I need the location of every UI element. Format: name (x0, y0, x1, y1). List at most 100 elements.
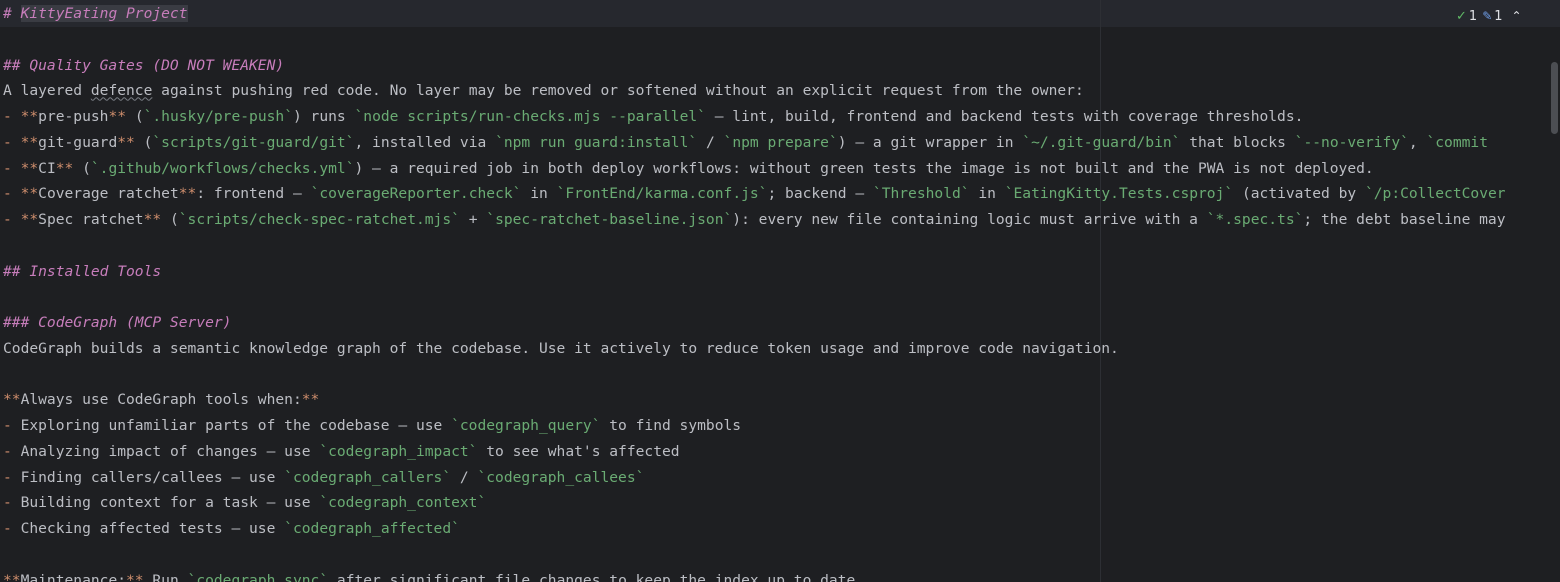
checks-indicator[interactable]: ✓ 1 (1456, 9, 1477, 24)
editor-line[interactable]: ## Installed Tools (3, 259, 1560, 285)
line-token: / (697, 133, 724, 151)
line-token: - (3, 442, 21, 460)
line-token: `~/.git-guard/bin` (1022, 133, 1181, 151)
line-token: - (3, 185, 21, 203)
editor-line[interactable]: ## Quality Gates (DO NOT WEAKEN) (3, 53, 1560, 79)
editor-line[interactable] (3, 284, 1560, 310)
line-token: ** (178, 185, 197, 203)
vertical-scrollbar-thumb[interactable] (1551, 62, 1558, 134)
pen-icon: ✎ (1482, 9, 1493, 23)
editor-line[interactable]: - Finding callers/callees — use `codegra… (3, 465, 1560, 491)
line-token: pre-push (38, 108, 109, 125)
line-token: ### CodeGraph (MCP Server) (3, 314, 232, 331)
line-token: ** (20, 211, 39, 228)
line-token: , (1408, 133, 1427, 151)
line-token: ## Quality Gates (DO NOT WEAKEN) (3, 56, 285, 74)
editor-line[interactable]: **Always use CodeGraph tools when:** (3, 387, 1560, 413)
editor-line[interactable]: CodeGraph builds a semantic knowledge gr… (3, 336, 1560, 362)
typos-count: 1 (1494, 8, 1503, 24)
editor-line[interactable]: # KittyEating Project (3, 1, 1560, 27)
line-token: , installed via (354, 133, 496, 151)
line-token: - (3, 211, 21, 228)
line-token: `spec-ratchet-baseline.json` (486, 211, 733, 228)
line-token: `npm prepare` (723, 133, 838, 151)
line-token: `codegraph_affected` (284, 520, 460, 537)
editor-line[interactable]: ### CodeGraph (MCP Server) (3, 310, 1560, 336)
line-token: `Threshold` (872, 185, 970, 203)
editor-line[interactable] (3, 27, 1560, 53)
line-token: CodeGraph builds a semantic knowledge gr… (3, 339, 1119, 357)
line-token: defence (90, 82, 153, 100)
editor-line[interactable]: - **git-guard** (`scripts/git-guard/git`… (3, 130, 1560, 156)
editor-text-area[interactable]: # KittyEating Project ## Quality Gates (… (3, 1, 1560, 582)
line-token: `node scripts/run-checks.mjs --parallel` (354, 108, 706, 125)
editor-line[interactable] (3, 233, 1560, 259)
line-token: in (969, 185, 1005, 203)
line-token: against pushing red code. No layer may b… (152, 82, 1084, 100)
line-token: : frontend — (196, 185, 311, 203)
line-token: `EatingKitty.Tests.csproj` (1004, 185, 1234, 203)
line-token: + (459, 211, 487, 228)
editor-line[interactable] (3, 362, 1560, 388)
editor-line[interactable]: - **CI** (`.github/workflows/checks.yml`… (3, 156, 1560, 182)
line-token: `*.spec.ts` (1206, 211, 1304, 228)
editor-line[interactable]: - Checking affected tests — use `codegra… (3, 516, 1560, 542)
editor-line[interactable]: - **pre-push** (`.husky/pre-push`) runs … (3, 104, 1560, 130)
editor-line[interactable]: - **Coverage ratchet**: frontend — `cove… (3, 181, 1560, 207)
line-token: `.github/workflows/checks.yml` (90, 159, 355, 177)
line-token: ) runs (292, 108, 355, 125)
line-token: Maintenance: (20, 571, 127, 582)
double-check-icon: ✓ (1456, 8, 1467, 24)
line-token: ( (161, 211, 179, 228)
line-token: `codegraph_context` (319, 494, 487, 512)
line-token: KittyEating Project (20, 5, 188, 22)
line-token: ( (126, 108, 144, 125)
line-token: Finding callers/callees — use (20, 468, 285, 486)
line-token: to see what's affected (477, 442, 680, 460)
editor-line[interactable]: A layered defence against pushing red co… (3, 78, 1560, 104)
line-token: Checking affected tests — use (20, 520, 285, 537)
editor-line[interactable] (3, 542, 1560, 568)
line-token: Coverage ratchet (38, 185, 179, 203)
line-token: Spec ratchet (38, 211, 144, 228)
line-token: `codegraph_query` (451, 417, 601, 434)
line-token: ** (301, 391, 320, 409)
line-token: CI (38, 159, 56, 177)
line-token: after significant file changes to keep t… (328, 571, 865, 582)
line-token: `codegraph_callers` (284, 468, 452, 486)
line-token: ** (55, 159, 74, 177)
line-token: - (3, 133, 21, 151)
line-token: Building context for a task — use (20, 494, 320, 512)
typos-indicator[interactable]: ✎ 1 (1482, 9, 1502, 24)
line-token: Analyzing impact of changes — use (20, 442, 320, 460)
line-token: ; the debt baseline may (1303, 211, 1506, 228)
code-editor[interactable]: # KittyEating Project ## Quality Gates (… (0, 0, 1560, 582)
line-token: git-guard (38, 133, 118, 151)
line-token: `.husky/pre-push` (143, 108, 293, 125)
line-token: that blocks (1180, 133, 1295, 151)
line-token: - (3, 417, 21, 434)
editor-line[interactable]: - Exploring unfamiliar parts of the code… (3, 413, 1560, 439)
line-token: ): every new file containing logic must … (732, 211, 1207, 228)
line-token: `coverageReporter.check` (310, 185, 522, 203)
editor-line[interactable]: - Analyzing impact of changes — use `cod… (3, 439, 1560, 465)
line-token: `npm run guard:install` (495, 133, 698, 151)
chevron-up-icon[interactable]: ⌃ (1508, 9, 1526, 23)
inspection-widget[interactable]: ✓ 1 ✎ 1 ⌃ (1456, 6, 1526, 26)
editor-line[interactable]: - **Spec ratchet** (`scripts/check-spec-… (3, 207, 1560, 233)
line-token: `scripts/check-spec-ratchet.mjs` (178, 211, 460, 228)
line-token: ** (20, 108, 39, 125)
checks-count: 1 (1468, 8, 1478, 24)
line-token: (activated by (1233, 185, 1365, 203)
line-token: Run (143, 571, 188, 582)
editor-line[interactable]: - Building context for a task — use `cod… (3, 490, 1560, 516)
line-token: ** (20, 185, 39, 203)
line-token: ( (73, 159, 91, 177)
line-token: ** (20, 159, 39, 177)
line-token: `codegraph_callees` (477, 468, 645, 486)
editor-line[interactable]: **Maintenance:** Run `codegraph sync` af… (3, 568, 1560, 582)
line-token: ** (126, 571, 144, 582)
line-token: `--no-verify` (1294, 133, 1409, 151)
line-token: ; backend — (767, 185, 873, 203)
line-token: ** (108, 108, 127, 125)
